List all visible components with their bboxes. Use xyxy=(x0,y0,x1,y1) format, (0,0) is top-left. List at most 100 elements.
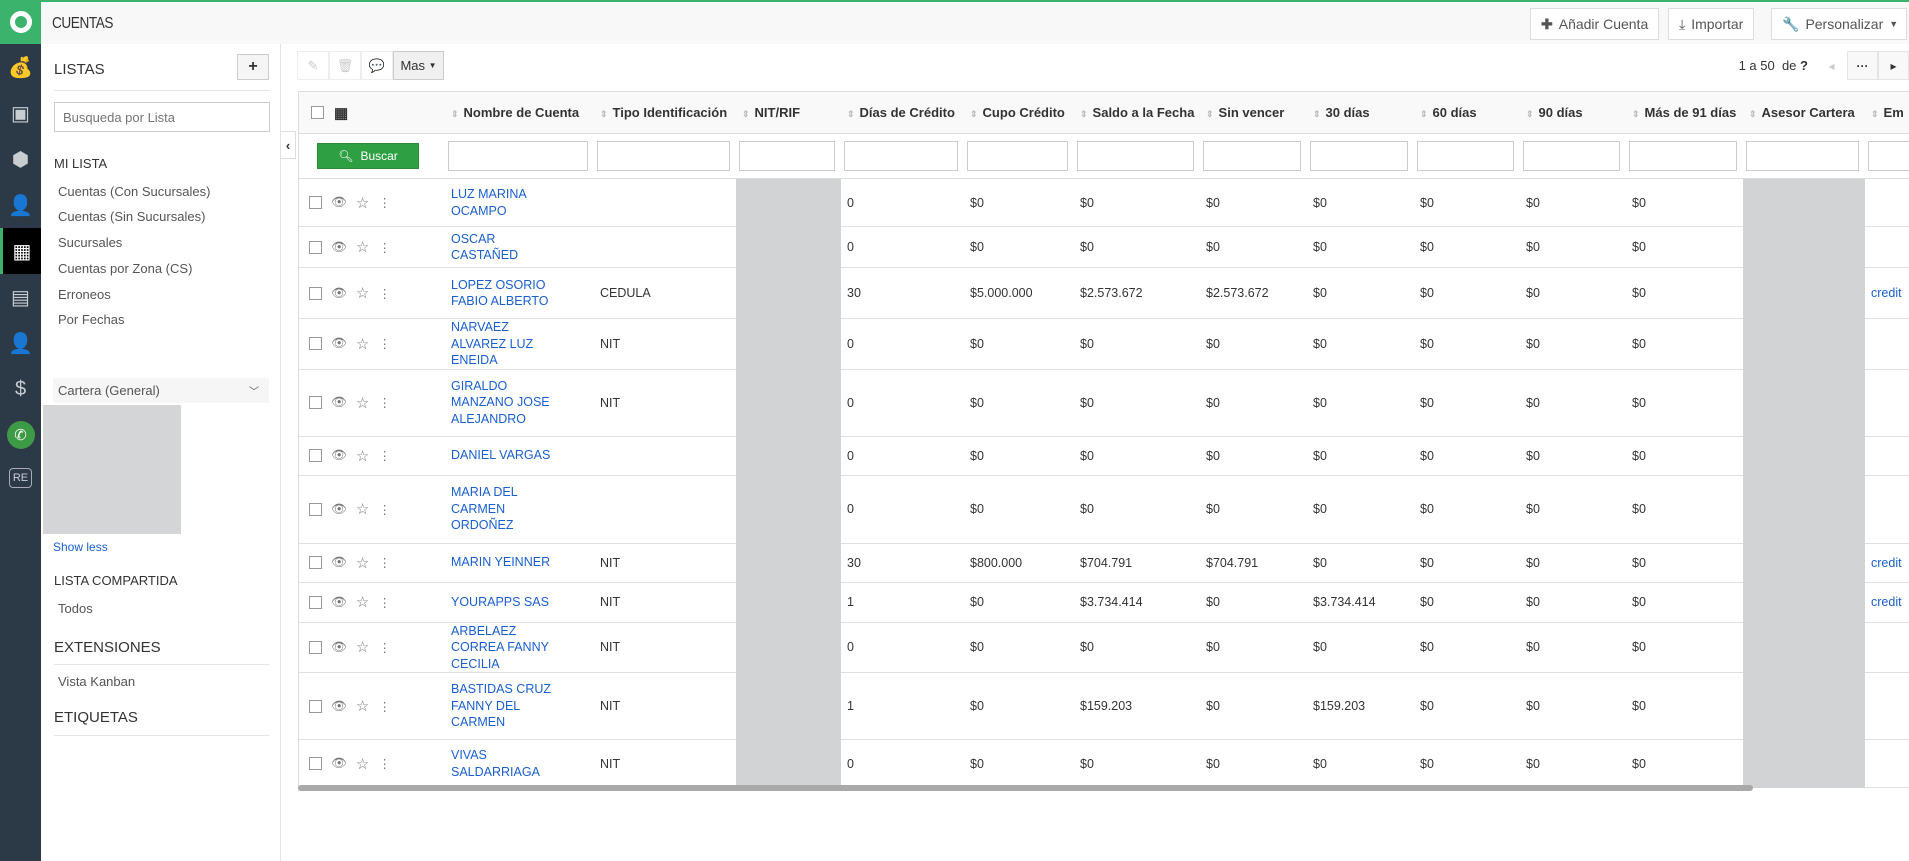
row-checkbox[interactable] xyxy=(309,556,322,569)
user-tie-icon[interactable]: 👤 xyxy=(0,320,41,366)
kebab-menu-icon[interactable]: ⋮ xyxy=(378,502,391,517)
list-item[interactable]: Erroneos xyxy=(58,287,111,302)
account-name-link[interactable]: MARIN YEINNER xyxy=(451,554,559,571)
account-name-link[interactable]: YOURAPPS SAS xyxy=(451,594,559,611)
column-header[interactable]: ⇕ NIT/RIF xyxy=(736,91,841,134)
column-filter-input[interactable] xyxy=(844,141,958,171)
list-item-selected[interactable]: Cartera (General) ﹀ xyxy=(53,378,269,403)
row-checkbox[interactable] xyxy=(309,449,322,462)
kebab-menu-icon[interactable]: ⋮ xyxy=(378,395,391,410)
row-checkbox[interactable] xyxy=(309,396,322,409)
grid-view-icon[interactable]: ▦ xyxy=(334,104,348,122)
column-header[interactable]: ⇕ 30 días xyxy=(1307,91,1414,134)
column-filter-input[interactable] xyxy=(1310,141,1408,171)
comment-icon[interactable]: 💬 xyxy=(361,51,393,80)
eye-icon[interactable]: 👁︎ xyxy=(331,195,347,210)
column-header[interactable]: ⇕ Nombre de Cuenta xyxy=(445,91,594,134)
whatsapp-button[interactable]: ✆ xyxy=(0,412,41,458)
column-filter-input[interactable] xyxy=(1417,141,1514,171)
user-icon[interactable]: 👤 xyxy=(0,182,41,228)
column-filter-input[interactable] xyxy=(1746,141,1859,171)
eye-icon[interactable]: 👁︎ xyxy=(331,240,347,255)
row-checkbox[interactable] xyxy=(309,595,322,609)
show-less-link[interactable]: Show less xyxy=(53,540,108,554)
table-row[interactable]: 👁︎ ☆ ⋮ MARIN YEINNER NIT 30 $800.000 $704.791 $7… xyxy=(299,543,1909,583)
list-item[interactable]: Cuentas por Zona (CS) xyxy=(58,261,192,276)
search-button[interactable]: 🔍︎ Buscar xyxy=(317,143,419,169)
star-icon[interactable]: ☆ xyxy=(356,284,369,302)
table-row[interactable]: 👁︎ ☆ ⋮ YOURAPPS SAS NIT 1 $0 $3.734.414 $0 $3.734… xyxy=(299,582,1909,623)
star-icon[interactable]: ☆ xyxy=(356,500,369,518)
table-row[interactable]: 👁︎ ☆ ⋮ OSCAR CASTAÑED 0 $0 $0 $0 $0 $0 $0 $0 xyxy=(299,226,1909,268)
star-icon[interactable]: ☆ xyxy=(356,447,369,465)
table-row[interactable]: 👁︎ ☆ ⋮ DANIEL VARGAS 0 $0 $0 $0 $0 $0 $0 $0 xyxy=(299,436,1909,476)
re-button[interactable]: RE xyxy=(0,458,41,498)
account-name-link[interactable]: OSCAR CASTAÑED xyxy=(451,231,559,264)
column-header[interactable]: ⇕ 60 días xyxy=(1414,91,1520,134)
eye-icon[interactable]: 👁︎ xyxy=(331,448,347,463)
list-item[interactable]: Por Fechas xyxy=(58,312,124,327)
list-item[interactable]: Cuentas (Sin Sucursales) xyxy=(58,209,205,224)
column-filter-input[interactable] xyxy=(1629,141,1737,171)
table-row[interactable]: 👁︎ ☆ ⋮ LUZ MARINA OCAMPO 0 $0 $0 $0 $0 $0 $0 $0 xyxy=(299,178,1909,227)
column-header[interactable]: ⇕ Sin vencer xyxy=(1200,91,1307,134)
table-row[interactable]: 👁︎ ☆ ⋮ NARVAEZ ALVAREZ LUZ ENEIDA NIT 0 $0 $0 $0… xyxy=(299,318,1909,370)
account-name-link[interactable]: ARBELAEZ CORREA FANNY CECILIA xyxy=(451,623,559,673)
star-icon[interactable]: ☆ xyxy=(356,194,369,212)
column-filter-input[interactable] xyxy=(1077,141,1194,171)
list-item[interactable]: Vista Kanban xyxy=(58,674,135,689)
star-icon[interactable]: ☆ xyxy=(356,335,369,353)
column-header[interactable]: ⇕ Días de Crédito xyxy=(841,91,964,134)
table-row[interactable]: 👁︎ ☆ ⋮ LOPEZ OSORIO FABIO ALBERTO CEDULA 30 $5… xyxy=(299,267,1909,319)
eye-icon[interactable]: 👁︎ xyxy=(331,699,347,714)
kebab-menu-icon[interactable]: ⋮ xyxy=(378,286,391,301)
star-icon[interactable]: ☆ xyxy=(356,554,369,572)
column-filter-input[interactable] xyxy=(739,141,835,171)
add-list-button[interactable]: + xyxy=(237,54,269,80)
account-name-link[interactable]: NARVAEZ ALVAREZ LUZ ENEIDA xyxy=(451,319,559,369)
kebab-menu-icon[interactable]: ⋮ xyxy=(378,195,391,210)
kebab-menu-icon[interactable]: ⋮ xyxy=(378,336,391,351)
table-row[interactable]: 👁︎ ☆ ⋮ BASTIDAS CRUZ FANNY DEL CARMEN NIT 1 $0… xyxy=(299,672,1909,740)
import-button[interactable]: ⤓ Importar xyxy=(1668,8,1755,40)
kebab-menu-icon[interactable]: ⋮ xyxy=(378,756,391,771)
next-page-button[interactable]: ▸ xyxy=(1878,51,1909,80)
star-icon[interactable]: ☆ xyxy=(356,593,369,611)
kebab-menu-icon[interactable]: ⋮ xyxy=(378,640,391,655)
column-filter-input[interactable] xyxy=(1203,141,1301,171)
star-icon[interactable]: ☆ xyxy=(356,638,369,656)
account-name-link[interactable]: DANIEL VARGAS xyxy=(451,447,559,464)
account-name-link[interactable]: LOPEZ OSORIO FABIO ALBERTO xyxy=(451,277,559,310)
column-header[interactable]: ⇕ Em xyxy=(1865,91,1909,134)
kebab-menu-icon[interactable]: ⋮ xyxy=(378,595,391,610)
account-name-link[interactable]: GIRALDO MANZANO JOSE ALEJANDRO xyxy=(451,378,559,428)
column-filter-input[interactable] xyxy=(448,141,588,171)
row-checkbox[interactable] xyxy=(309,699,322,713)
customize-button[interactable]: 🔧 Personalizar ▼ xyxy=(1771,8,1907,40)
horizontal-scrollbar[interactable] xyxy=(298,785,1753,791)
calculator-money-icon[interactable]: ▤ xyxy=(0,274,41,320)
kebab-menu-icon[interactable]: ⋮ xyxy=(378,240,391,255)
contact-card-icon[interactable]: ▣ xyxy=(0,90,41,136)
buildings-icon[interactable]: ▦ xyxy=(0,228,41,274)
account-name-link[interactable]: LUZ MARINA OCAMPO xyxy=(451,186,559,219)
box-icon[interactable]: ⬢ xyxy=(0,136,41,182)
eye-icon[interactable]: 👁︎ xyxy=(331,502,347,517)
row-checkbox[interactable] xyxy=(309,640,322,654)
trash-icon[interactable]: 🗑 xyxy=(329,51,361,80)
account-name-link[interactable]: BASTIDAS CRUZ FANNY DEL CARMEN xyxy=(451,681,559,731)
star-icon[interactable]: ☆ xyxy=(356,238,369,256)
star-icon[interactable]: ☆ xyxy=(356,755,369,773)
eye-icon[interactable]: 👁︎ xyxy=(331,756,347,771)
eye-icon[interactable]: 👁︎ xyxy=(331,395,347,410)
edit-icon[interactable]: ✎ xyxy=(297,51,329,80)
row-checkbox[interactable] xyxy=(309,757,322,770)
hand-money-icon[interactable]: $ xyxy=(0,366,41,412)
kebab-menu-icon[interactable]: ⋮ xyxy=(378,699,391,714)
more-button[interactable]: Mas ▼ xyxy=(393,51,444,80)
eye-icon[interactable]: 👁︎ xyxy=(331,555,347,570)
kebab-menu-icon[interactable]: ⋮ xyxy=(378,448,391,463)
account-name-link[interactable]: MARIA DEL CARMEN ORDOÑEZ xyxy=(451,484,559,534)
eye-icon[interactable]: 👁︎ xyxy=(331,595,347,610)
row-checkbox[interactable] xyxy=(309,196,322,209)
